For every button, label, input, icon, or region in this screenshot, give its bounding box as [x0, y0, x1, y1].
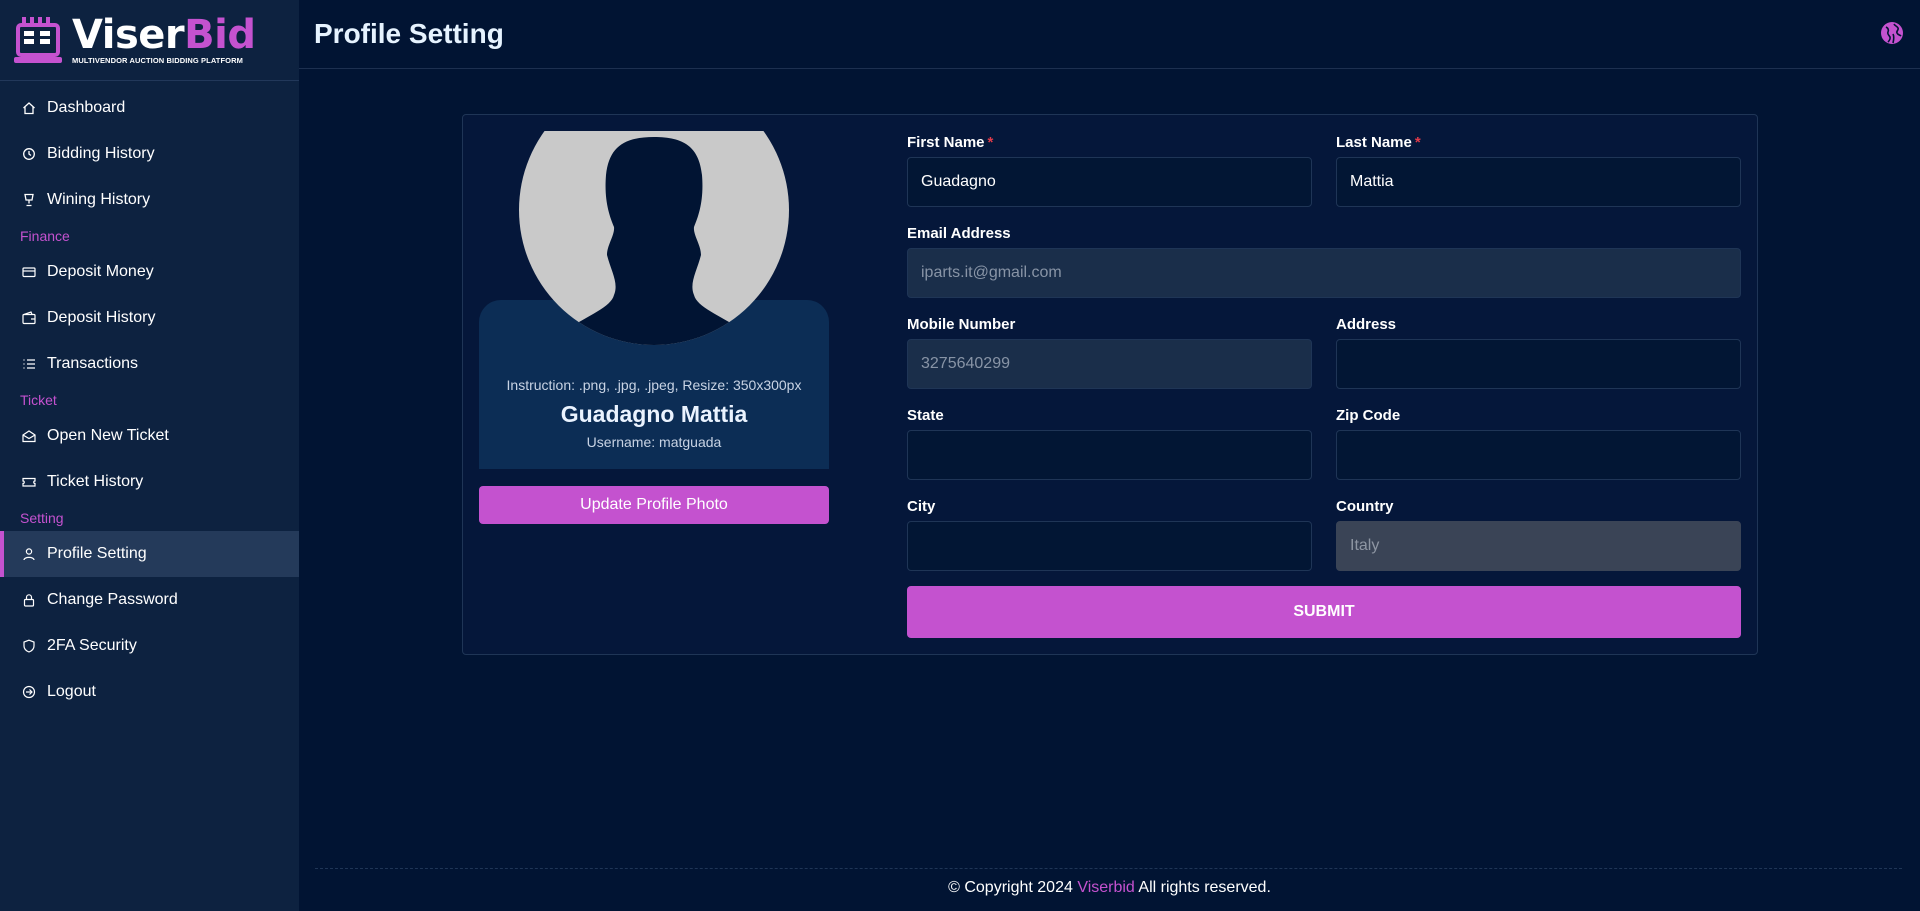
address-field[interactable] — [1336, 339, 1741, 389]
profile-card: Instruction: .png, .jpg, .jpeg, Resize: … — [462, 114, 1758, 655]
sidebar-item-label: Profile Setting — [47, 545, 147, 562]
brand-tagline: MULTIVENDOR AUCTION BIDDING PLATFORM — [72, 56, 243, 65]
submit-button[interactable]: SUBMIT — [907, 586, 1741, 638]
page-title: Profile Setting — [314, 18, 504, 49]
brand-name: ViserBid — [72, 12, 256, 58]
address-label: Address — [1336, 316, 1397, 333]
footer-copyright: © Copyright 2024 — [948, 879, 1073, 896]
country-field[interactable] — [1336, 521, 1741, 571]
sidebar-item-label: 2FA Security — [47, 637, 137, 654]
sidebar-item-deposit-money[interactable]: Deposit Money — [0, 249, 299, 295]
history-icon — [22, 147, 36, 161]
zip-code-field[interactable] — [1336, 430, 1741, 480]
sidebar-item-wining-history[interactable]: Wining History — [0, 177, 299, 223]
lock-icon — [22, 593, 36, 607]
sidebar-item-dashboard[interactable]: Dashboard — [0, 85, 299, 131]
email-label: Email Address — [907, 225, 1011, 242]
mobile-number-label: Mobile Number — [907, 316, 1016, 333]
trophy-icon — [22, 193, 36, 207]
ticket-icon — [22, 475, 36, 489]
sidebar-menu: Dashboard Bidding History Wining History… — [0, 81, 299, 715]
profile-full-name: Guadagno Mattia — [560, 401, 748, 427]
sidebar-item-open-new-ticket[interactable]: Open New Ticket — [0, 413, 299, 459]
sidebar-item-label: Logout — [47, 683, 96, 700]
sidebar-item-label: Transactions — [47, 355, 138, 372]
last-name-field[interactable] — [1336, 157, 1741, 207]
sidebar-item-label: Dashboard — [47, 99, 126, 116]
profile-username: Username: matguada — [586, 434, 722, 450]
photo-instruction: Instruction: .png, .jpg, .jpeg, Resize: … — [506, 377, 802, 393]
sidebar-item-bidding-history[interactable]: Bidding History — [0, 131, 299, 177]
sidebar-item-label: Open New Ticket — [47, 427, 169, 444]
menu-section-setting: Setting — [20, 510, 64, 526]
sidebar-item-label: Wining History — [47, 191, 151, 208]
profile-photo-section: Instruction: .png, .jpg, .jpeg, Resize: … — [479, 131, 829, 469]
update-profile-photo-button[interactable]: Update Profile Photo — [479, 486, 829, 524]
logout-icon — [22, 685, 36, 699]
sidebar-item-profile-setting[interactable]: Profile Setting — [0, 531, 299, 577]
footer-brand-link[interactable]: Viserbid — [1077, 879, 1135, 896]
first-name-field[interactable] — [907, 157, 1312, 207]
menu-section-ticket: Ticket — [20, 392, 57, 408]
footer-rights: All rights reserved. — [1138, 879, 1271, 896]
sidebar-item-logout[interactable]: Logout — [0, 669, 299, 715]
sidebar-item-label: Ticket History — [47, 473, 144, 490]
country-label: Country — [1336, 498, 1394, 515]
state-label: State — [907, 407, 944, 424]
footer-divider — [315, 868, 1902, 869]
top-header: Profile Setting — [299, 0, 1920, 69]
mobile-number-field[interactable] — [907, 339, 1312, 389]
sidebar-item-label: Deposit History — [47, 309, 156, 326]
brand-logo[interactable]: ViserBid MULTIVENDOR AUCTION BIDDING PLA… — [0, 0, 299, 81]
sidebar-item-label: Deposit Money — [47, 263, 154, 280]
sidebar-item-ticket-history[interactable]: Ticket History — [0, 459, 299, 505]
sidebar: ViserBid MULTIVENDOR AUCTION BIDDING PLA… — [0, 0, 299, 911]
footer: © Copyright 2024 Viserbid All rights res… — [299, 879, 1920, 897]
last-name-label: Last Name * — [1336, 134, 1421, 151]
wallet-icon — [22, 311, 36, 325]
menu-section-finance: Finance — [20, 228, 70, 244]
first-name-label: First Name * — [907, 134, 994, 151]
sidebar-item-change-password[interactable]: Change Password — [0, 577, 299, 623]
state-field[interactable] — [907, 430, 1312, 480]
user-icon — [22, 547, 36, 561]
sidebar-item-label: Change Password — [47, 591, 178, 608]
auction-logo-icon — [14, 17, 62, 63]
list-icon — [22, 357, 36, 371]
shield-icon — [22, 639, 36, 653]
city-label: City — [907, 498, 936, 515]
city-field[interactable] — [907, 521, 1312, 571]
sidebar-item-deposit-history[interactable]: Deposit History — [0, 295, 299, 341]
sidebar-item-2fa-security[interactable]: 2FA Security — [0, 623, 299, 669]
envelope-open-icon — [22, 429, 36, 443]
sidebar-item-transactions[interactable]: Transactions — [0, 341, 299, 387]
credit-card-icon — [22, 265, 36, 279]
sidebar-item-label: Bidding History — [47, 145, 155, 162]
home-icon — [22, 101, 36, 115]
email-field[interactable] — [907, 248, 1741, 298]
globe-icon[interactable] — [1880, 21, 1904, 45]
zip-code-label: Zip Code — [1336, 407, 1401, 424]
